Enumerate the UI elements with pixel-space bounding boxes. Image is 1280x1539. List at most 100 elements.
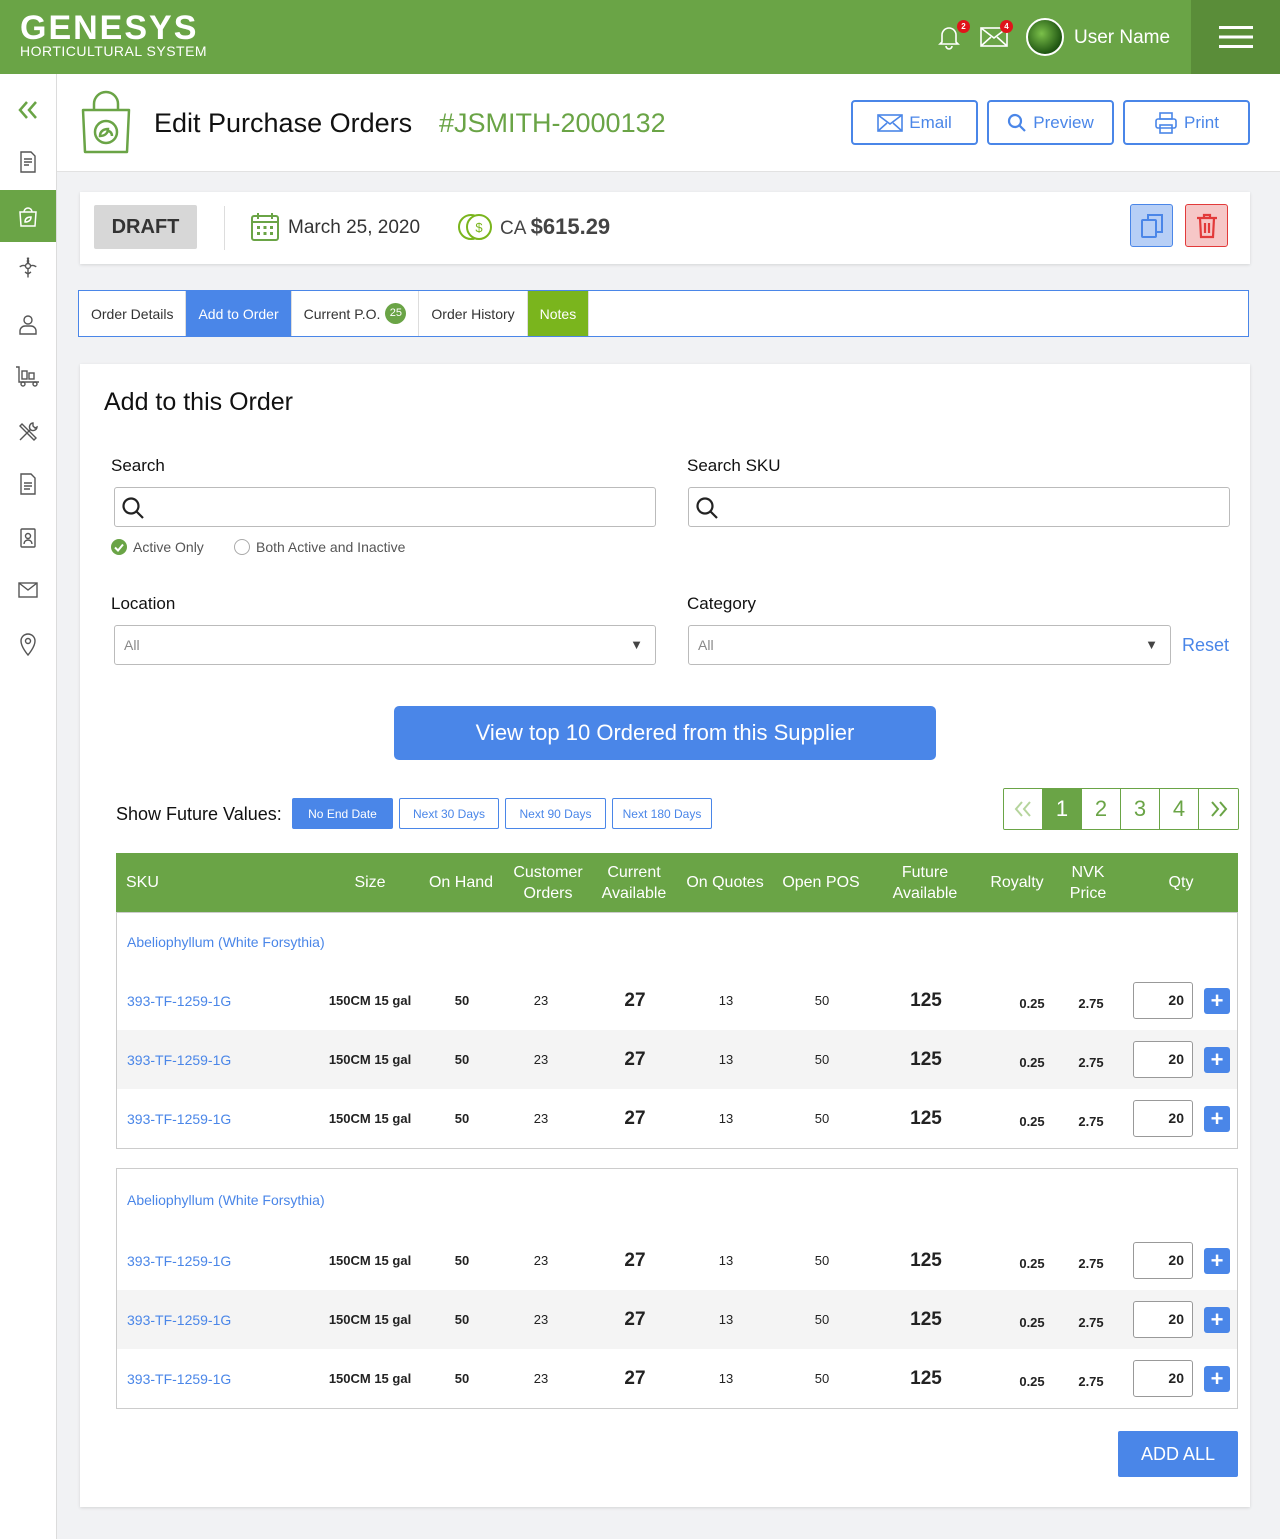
search-icon <box>121 496 145 525</box>
column-header[interactable]: Current Available <box>594 853 674 912</box>
pagination-page[interactable]: 2 <box>1082 789 1121 829</box>
pagination-first-button[interactable] <box>1004 789 1043 829</box>
tab-notes[interactable]: Notes <box>527 291 590 336</box>
current-po-count-badge: 25 <box>385 303 407 324</box>
sidebar-item-documents[interactable] <box>0 136 56 188</box>
notifications-bell-icon[interactable]: 2 <box>936 20 970 50</box>
sidebar-item-reports[interactable] <box>0 458 56 510</box>
warehouse-cart-icon <box>16 366 39 387</box>
size-cell: 150CM 15 gal <box>328 1111 412 1126</box>
future-no-end-date-button[interactable]: No End Date <box>292 798 393 829</box>
add-item-plus-button[interactable]: + <box>1204 1366 1230 1392</box>
tab-current-po[interactable]: Current P.O. 25 <box>292 291 420 336</box>
add-all-button[interactable]: ADD ALL <box>1118 1431 1238 1477</box>
sku-link[interactable]: 393-TF-1259-1G <box>127 1349 231 1408</box>
column-header[interactable]: On Quotes <box>680 853 770 912</box>
email-button[interactable]: Email <box>851 100 978 145</box>
search-sku-input[interactable] <box>688 487 1230 527</box>
delete-order-button[interactable] <box>1185 204 1228 247</box>
column-header[interactable]: Qty <box>1156 853 1206 912</box>
tab-add-to-order[interactable]: Add to Order <box>186 291 292 336</box>
sidebar-item-tools[interactable] <box>0 406 56 458</box>
dropdown-caret-icon: ▼ <box>1145 637 1158 652</box>
sidebar-item-plants[interactable] <box>0 242 56 294</box>
current-available-cell: 27 <box>624 1367 646 1389</box>
qty-input[interactable]: 20 <box>1133 1100 1193 1137</box>
on-quotes-cell: 13 <box>718 1111 734 1126</box>
sku-link[interactable]: 393-TF-1259-1G <box>127 1089 231 1148</box>
column-header[interactable]: SKU <box>126 853 186 912</box>
add-item-plus-button[interactable]: + <box>1204 1307 1230 1333</box>
radio-active-only[interactable]: Active Only <box>111 539 204 555</box>
logo[interactable]: GENESYS HORTICULTURAL SYSTEM <box>20 10 207 58</box>
group-title[interactable]: Abeliophyllum (White Forsythia) <box>127 1169 325 1231</box>
category-select[interactable]: All ▼ <box>688 625 1171 665</box>
size-cell: 150CM 15 gal <box>328 1371 412 1386</box>
search-input[interactable] <box>114 487 656 527</box>
view-top-10-button[interactable]: View top 10 Ordered from this Supplier <box>394 706 936 760</box>
pagination-page[interactable]: 3 <box>1121 789 1160 829</box>
column-header[interactable]: Future Available <box>884 853 966 912</box>
customer-orders-cell: 23 <box>533 1371 549 1386</box>
preview-button[interactable]: Preview <box>987 100 1114 145</box>
pagination-page[interactable]: 4 <box>1160 789 1199 829</box>
add-item-plus-button[interactable]: + <box>1204 1047 1230 1073</box>
location-select[interactable]: All ▼ <box>114 625 656 665</box>
table-row: 393-TF-1259-1G 150CM 15 gal 50 23 27 13 … <box>117 1290 1237 1349</box>
qty-input[interactable]: 20 <box>1133 1360 1193 1397</box>
qty-input[interactable]: 20 <box>1133 1041 1193 1078</box>
future-next-90-days-button[interactable]: Next 90 Days <box>505 798 606 829</box>
sidebar-collapse-button[interactable] <box>0 84 56 136</box>
messages-envelope-icon[interactable]: 4 <box>979 20 1013 50</box>
future-available-cell: 125 <box>910 1249 942 1271</box>
nvk-price-cell: 2.75 <box>1078 1315 1104 1330</box>
sidebar-item-locations[interactable] <box>0 618 56 670</box>
future-next-180-days-button[interactable]: Next 180 Days <box>612 798 712 829</box>
hamburger-menu-button[interactable] <box>1191 0 1280 74</box>
qty-input[interactable]: 20 <box>1133 982 1193 1019</box>
add-item-plus-button[interactable]: + <box>1204 1106 1230 1132</box>
column-header[interactable]: Size <box>334 853 406 912</box>
sidebar-item-purchase-orders[interactable] <box>0 190 56 242</box>
tab-label: Order Details <box>91 305 174 322</box>
email-button-label: Email <box>909 112 952 132</box>
pagination-page[interactable]: 1 <box>1043 789 1082 829</box>
column-header[interactable]: On Hand <box>421 853 501 912</box>
sku-link[interactable]: 393-TF-1259-1G <box>127 1231 231 1290</box>
print-button[interactable]: Print <box>1123 100 1250 145</box>
sidebar-item-inventory[interactable] <box>0 350 56 402</box>
column-header[interactable]: NVK Price <box>1060 853 1116 912</box>
add-item-plus-button[interactable]: + <box>1204 1248 1230 1274</box>
sku-link[interactable]: 393-TF-1259-1G <box>127 971 231 1030</box>
location-label: Location <box>111 594 176 613</box>
qty-input[interactable]: 20 <box>1133 1242 1193 1279</box>
sku-link[interactable]: 393-TF-1259-1G <box>127 1030 231 1089</box>
sidebar-item-contacts[interactable] <box>0 512 56 564</box>
column-header[interactable]: Open POS <box>776 853 866 912</box>
column-header[interactable]: Customer Orders <box>506 853 590 912</box>
tab-order-history[interactable]: Order History <box>419 291 528 336</box>
qty-input[interactable]: 20 <box>1133 1301 1193 1338</box>
radio-both-active-inactive[interactable]: Both Active and Inactive <box>234 539 405 555</box>
pagination-last-button[interactable] <box>1199 789 1238 829</box>
future-next-30-days-button[interactable]: Next 30 Days <box>399 798 499 829</box>
avatar[interactable] <box>1026 18 1064 56</box>
current-available-cell: 27 <box>624 989 646 1011</box>
radio-label: Active Only <box>133 539 204 555</box>
reset-link[interactable]: Reset <box>1182 635 1229 656</box>
sku-link[interactable]: 393-TF-1259-1G <box>127 1290 231 1349</box>
panel-title: Add to this Order <box>104 388 293 416</box>
contact-book-icon <box>20 528 36 548</box>
pagination: 1 2 3 4 <box>1003 788 1239 830</box>
column-header[interactable]: Royalty <box>982 853 1052 912</box>
group-title[interactable]: Abeliophyllum (White Forsythia) <box>127 913 325 971</box>
tab-order-details[interactable]: Order Details <box>79 291 187 336</box>
user-name[interactable]: User Name <box>1074 27 1170 49</box>
copy-order-button[interactable] <box>1130 204 1173 247</box>
order-date: March 25, 2020 <box>288 217 421 238</box>
add-item-plus-button[interactable]: + <box>1204 988 1230 1014</box>
future-available-cell: 125 <box>910 1367 942 1389</box>
sidebar-item-messages[interactable] <box>0 564 56 616</box>
size-cell: 150CM 15 gal <box>328 993 412 1008</box>
sidebar-item-customers[interactable] <box>0 298 56 350</box>
